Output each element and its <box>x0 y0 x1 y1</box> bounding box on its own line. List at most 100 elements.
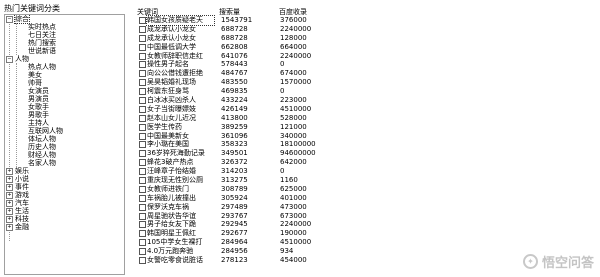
search-volume-cell: 292677 <box>221 229 248 238</box>
tree-node[interactable]: 七日关注 <box>5 31 124 39</box>
row-checkbox[interactable] <box>139 114 146 122</box>
table-row[interactable]: 成龙承认小龙女 688728 2240000 <box>131 25 600 34</box>
row-checkbox[interactable] <box>139 79 146 87</box>
table-row[interactable]: 蜂花3破产热点 326372 642000 <box>131 158 600 167</box>
table-row[interactable]: 周星驰状告华谊 293767 673000 <box>131 212 600 221</box>
tree-node[interactable]: + 生活 <box>5 207 124 215</box>
category-tree[interactable]: − 综合 实时热点 七日关注 热门搜索 世说新语 − 人物 热点人物 美女 帅哥 女演员 男演员 女歌手男… <box>4 14 125 275</box>
row-checkbox[interactable] <box>139 34 146 42</box>
tree-node[interactable]: 帅哥 <box>5 79 124 87</box>
row-checkbox[interactable] <box>139 61 146 69</box>
tree-node[interactable]: 热门搜索 <box>5 39 124 47</box>
expand-icon[interactable]: + <box>6 216 13 223</box>
row-checkbox[interactable] <box>139 88 146 96</box>
expand-icon[interactable]: + <box>6 208 13 215</box>
table-row[interactable]: 成龙承认小龙女 688728 128000 <box>131 34 600 43</box>
table-row[interactable]: 中国最美新女 361096 340000 <box>131 132 600 141</box>
tree-node[interactable]: 实时热点 <box>5 23 124 31</box>
tree-node[interactable]: 历史人物 <box>5 143 124 151</box>
row-checkbox[interactable] <box>139 123 146 131</box>
collapse-icon[interactable]: − <box>6 56 13 63</box>
tree-node[interactable]: + 娱乐 <box>5 167 124 175</box>
table-row[interactable]: 女子当街曝嫖妓 426149 4510000 <box>131 105 600 114</box>
row-checkbox[interactable] <box>139 97 146 105</box>
tree-node[interactable]: + 小说 <box>5 175 124 183</box>
row-checkbox[interactable] <box>139 17 146 24</box>
expand-icon[interactable]: + <box>6 192 13 199</box>
keyword-cell: 周星驰状告华谊 <box>147 211 196 220</box>
tree-node[interactable]: 主持人 <box>5 119 124 127</box>
tree-node[interactable]: 男歌手 <box>5 111 124 119</box>
tree-node[interactable]: 女歌手 <box>5 103 124 111</box>
row-checkbox[interactable] <box>139 248 146 256</box>
tree-node[interactable]: 美女 <box>5 71 124 79</box>
table-row[interactable]: 女教师进铁门 308789 625000 <box>131 185 600 194</box>
table-row[interactable]: 柯震东狂身骂 469835 0 <box>131 87 600 96</box>
table-row[interactable]: 李小璐在美国 358323 18100000 <box>131 140 600 149</box>
tree-node[interactable]: + 汽车 <box>5 199 124 207</box>
table-row[interactable]: 中国最低调大学 662808 664000 <box>131 43 600 52</box>
row-checkbox[interactable] <box>139 212 146 220</box>
keyword-cell: 吴昊韬婚礼现场 <box>147 78 196 87</box>
row-checkbox[interactable] <box>139 221 146 229</box>
row-checkbox[interactable] <box>139 194 146 202</box>
row-checkbox[interactable] <box>139 25 146 33</box>
row-checkbox[interactable] <box>139 70 146 78</box>
tree-node[interactable]: 财经人物 <box>5 151 124 159</box>
table-row[interactable]: 汪峰章子怡结婚 314203 0 <box>131 167 600 176</box>
expand-icon[interactable]: + <box>6 200 13 207</box>
row-checkbox[interactable] <box>139 43 146 51</box>
table-row[interactable]: 女教师辞职信走红 641076 2240000 <box>131 52 600 61</box>
expand-icon[interactable]: + <box>6 224 13 231</box>
tree-node[interactable]: + 游戏 <box>5 191 124 199</box>
row-checkbox[interactable] <box>139 239 146 247</box>
table-row[interactable]: 36岁猝死海勤记录 349501 94600000 <box>131 149 600 158</box>
tree-node[interactable]: − 人物 <box>5 55 124 63</box>
expand-icon[interactable]: + <box>6 168 13 175</box>
row-checkbox[interactable] <box>139 177 146 185</box>
row-checkbox[interactable] <box>139 257 146 265</box>
tree-node[interactable]: 男演员 <box>5 95 124 103</box>
row-checkbox[interactable] <box>139 203 146 211</box>
table-row[interactable]: 韩国女孩质疑老天 1543791 376000 <box>131 15 600 26</box>
row-checkbox[interactable] <box>139 185 146 193</box>
tree-node[interactable]: + 金融 <box>5 223 124 231</box>
row-checkbox[interactable] <box>139 105 146 113</box>
row-checkbox[interactable] <box>139 150 146 158</box>
baidu-index-cell: 2240000 <box>280 51 312 60</box>
tree-node[interactable]: − 综合 <box>5 15 124 24</box>
tree-node[interactable]: 互联网人物 <box>5 127 124 135</box>
table-row[interactable]: 105中学女生裸打 284964 4510000 <box>131 238 600 247</box>
table-row[interactable]: 向公公借钱遭拒绝 484767 674000 <box>131 69 600 78</box>
tree-node[interactable]: 女演员 <box>5 87 124 95</box>
table-row[interactable]: 车祸胎儿被撞出 305924 401000 <box>131 194 600 203</box>
table-row[interactable]: 白冰冰买凶杀人 433224 223000 <box>131 96 600 105</box>
keyword-grid[interactable]: 关键词 搜索量 百度收录 韩国女孩质疑老天 1543791 376000 成龙承认小龙… <box>131 6 600 277</box>
table-row[interactable]: 韩国明星王佩红 292677 190000 <box>131 229 600 238</box>
tree-node[interactable]: + 科技 <box>5 215 124 223</box>
row-checkbox[interactable] <box>139 141 146 149</box>
table-row[interactable]: 操性男子起名 578443 0 <box>131 60 600 69</box>
table-row[interactable]: 吴昊韬婚礼现场 483550 1570000 <box>131 78 600 87</box>
table-row[interactable]: 男子给女友下跪 292945 2240000 <box>131 220 600 229</box>
row-checkbox[interactable] <box>139 159 146 167</box>
tree-node[interactable]: + 事件 <box>5 183 124 191</box>
row-checkbox[interactable] <box>139 52 146 60</box>
table-row[interactable]: 赵本山女儿近况 413800 528000 <box>131 114 600 123</box>
row-checkbox[interactable] <box>139 230 146 238</box>
expand-icon[interactable]: + <box>6 176 13 183</box>
tree-node[interactable]: 体坛人物 <box>5 135 124 143</box>
table-row[interactable]: 医学生传药 389259 121000 <box>131 123 600 132</box>
tree-node[interactable]: 热点人物 <box>5 63 124 71</box>
collapse-icon[interactable]: − <box>6 16 13 23</box>
tree-node-label: 综合 <box>14 15 30 24</box>
row-checkbox[interactable] <box>139 132 146 140</box>
expand-icon[interactable]: + <box>6 184 13 191</box>
table-row[interactable]: 保罗沃克车祸 297489 473000 <box>131 203 600 212</box>
table-row[interactable]: 重庆现无性别公厕 313275 1160 <box>131 176 600 185</box>
row-checkbox[interactable] <box>139 168 146 176</box>
tree-node[interactable]: 世说新语 <box>5 47 124 55</box>
tree-node[interactable]: 名家人物 <box>5 159 124 167</box>
baidu-index-cell: 454000 <box>280 256 307 265</box>
keyword-cell: 成龙承认小龙女 <box>147 24 196 33</box>
